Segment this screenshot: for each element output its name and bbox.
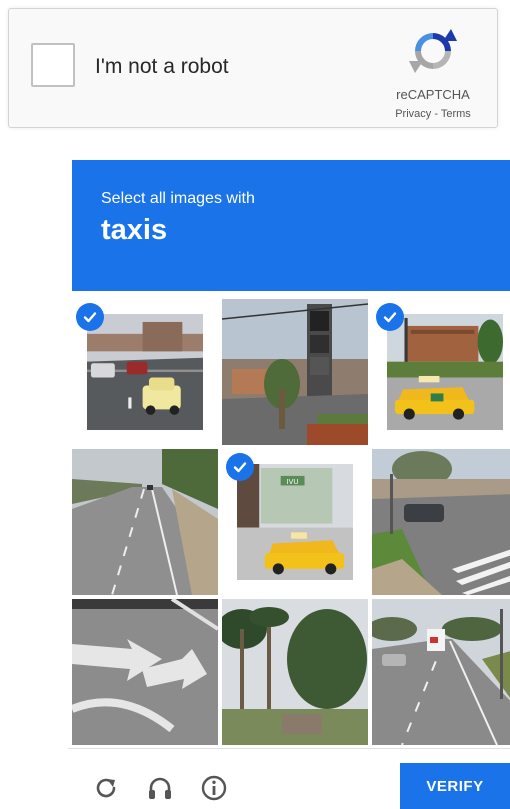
- not-a-robot-label: I'm not a robot: [95, 55, 229, 78]
- brand-links: Privacy - Terms: [383, 108, 483, 120]
- recaptcha-brand-name: reCAPTCHA: [396, 87, 470, 102]
- challenge-header: Select all images with taxis: [72, 160, 510, 291]
- recaptcha-widget: I'm not a robot reCAPTCHA Privacy - Term…: [8, 8, 498, 128]
- tile-3-checkmark-icon: [376, 303, 404, 331]
- image-tile-9[interactable]: [372, 599, 510, 745]
- image-tile-7[interactable]: [72, 599, 218, 745]
- recaptcha-brand: reCAPTCHA Privacy - Terms: [383, 27, 483, 120]
- privacy-link[interactable]: Privacy: [395, 108, 431, 120]
- tile-2-image: [222, 299, 368, 445]
- reload-icon: [96, 778, 116, 798]
- footer-divider: [68, 748, 510, 749]
- not-a-robot-checkbox[interactable]: [31, 43, 75, 87]
- image-tile-4[interactable]: [72, 449, 218, 595]
- tile-4-image: [72, 449, 218, 595]
- tile-1-checkmark-icon: [76, 303, 104, 331]
- tile-9-image: [372, 599, 510, 745]
- tile-8-image: [222, 599, 368, 745]
- tile-7-image: [72, 599, 218, 745]
- tile-5-image: IVU: [237, 464, 353, 580]
- tile-5-sign-text: IVU: [287, 478, 299, 486]
- reload-button[interactable]: [90, 772, 122, 804]
- terms-link[interactable]: Terms: [441, 108, 471, 120]
- image-tile-5[interactable]: IVU: [222, 449, 368, 595]
- audio-challenge-button[interactable]: [144, 772, 176, 804]
- headphones-icon: [149, 777, 171, 799]
- tile-1-image: [87, 314, 203, 430]
- verify-button[interactable]: VERIFY: [400, 763, 510, 809]
- links-separator: -: [431, 108, 441, 120]
- challenge-target: taxis: [101, 214, 168, 246]
- info-button[interactable]: [198, 772, 230, 804]
- image-tile-3[interactable]: [372, 299, 510, 445]
- tile-6-image: [372, 449, 510, 595]
- info-icon: [201, 775, 227, 801]
- image-tile-8[interactable]: [222, 599, 368, 745]
- tile-3-image: [387, 314, 503, 430]
- tile-5-checkmark-icon: [226, 453, 254, 481]
- challenge-tools: [90, 772, 230, 804]
- image-tile-1[interactable]: [72, 299, 218, 445]
- recaptcha-logo-icon: [409, 29, 457, 73]
- image-tile-6[interactable]: [372, 449, 510, 595]
- image-challenge: Select all images with taxis IVU VERIFY: [68, 160, 510, 809]
- challenge-instruction: Select all images with: [101, 190, 255, 207]
- image-tile-2[interactable]: [222, 299, 368, 445]
